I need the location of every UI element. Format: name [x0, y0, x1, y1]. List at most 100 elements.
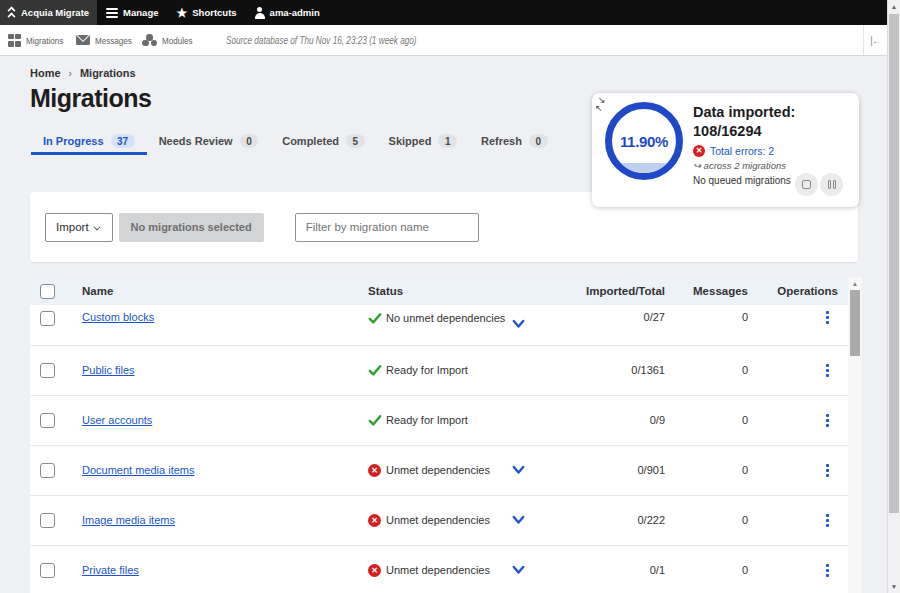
tab[interactable]: Completed 5 [270, 129, 376, 155]
column-header-messages: Messages [665, 277, 748, 305]
page-scroll-down-icon[interactable]: ▼ [888, 580, 900, 593]
messages-count: 0 [665, 545, 748, 593]
row-checkbox[interactable] [40, 413, 55, 428]
manage-menu[interactable]: Manage [97, 0, 167, 25]
envelope-icon [76, 35, 90, 45]
messages-count: 0 [665, 445, 748, 495]
breadcrumb-home[interactable]: Home [30, 67, 61, 79]
toolbar-item-modules[interactable]: Modules [142, 25, 198, 55]
tab[interactable]: In Progress 37 [31, 129, 147, 155]
migration-name-link[interactable]: Private files [82, 564, 139, 576]
modules-label: Modules [162, 35, 193, 46]
row-checkbox[interactable] [40, 513, 55, 528]
page-scrollbar[interactable]: ▲ ▼ [887, 0, 900, 593]
toolbar-item-migrations[interactable]: Migrations [8, 25, 70, 55]
migration-row: Custom blocks No unmet dependencies [30, 305, 848, 345]
errors-sub-note: ↪ across 2 migrations [693, 160, 851, 171]
table-header-row: Name Status Imported/Total Messages Oper… [30, 277, 848, 305]
progress-fill [612, 163, 676, 173]
user-icon [255, 7, 265, 19]
migrations-table: Name Status Imported/Total Messages Oper… [30, 277, 848, 593]
collapse-toolbar-button[interactable]: |← [863, 25, 887, 55]
messages-count: 0 [665, 495, 748, 545]
operations-menu-icon[interactable] [826, 514, 829, 527]
expand-chevron-icon[interactable] [512, 319, 525, 329]
status-icon [368, 363, 382, 377]
tab-label: Refresh [481, 135, 522, 147]
status-text: Unmet dependencies [386, 514, 490, 526]
row-checkbox[interactable] [40, 463, 55, 478]
import-dropdown-button[interactable]: Import [45, 213, 113, 242]
star-icon: ★ [176, 7, 187, 19]
secondary-toolbar: Migrations Messages Modules Source datab… [0, 25, 887, 56]
imported-total-value: 0/222 [565, 495, 665, 545]
migration-row: User accounts Ready for Import [30, 395, 848, 445]
tab-count-badge: 1 [438, 134, 457, 148]
double-chevron-up-icon [6, 6, 16, 17]
resize-arrows-icon[interactable]: ↘↖ [598, 96, 606, 112]
user-label: ama-admin [270, 7, 320, 18]
pause-import-button[interactable] [820, 173, 843, 196]
operations-menu-icon[interactable] [826, 464, 829, 477]
status-icon [368, 514, 381, 527]
migrations-label: Migrations [26, 35, 63, 46]
pause-icon [828, 180, 836, 189]
operations-menu-icon[interactable] [826, 414, 829, 427]
page-scroll-up-icon[interactable]: ▲ [888, 0, 900, 13]
messages-count: 0 [665, 305, 748, 345]
status-text: Ready for Import [386, 414, 468, 426]
user-menu[interactable]: ama-admin [246, 0, 329, 25]
page-scrollbar-thumb[interactable] [889, 14, 899, 513]
stop-import-button[interactable] [795, 173, 818, 196]
select-all-checkbox[interactable] [40, 284, 55, 299]
migration-row: Document media items Unmet dependencies [30, 445, 848, 495]
migration-name-link[interactable]: Document media items [82, 464, 195, 476]
row-checkbox[interactable] [40, 311, 55, 326]
operations-menu-icon[interactable] [826, 364, 829, 377]
migration-filter-input[interactable] [295, 213, 479, 242]
chevron-down-icon [94, 222, 102, 230]
tab[interactable]: Skipped 1 [377, 129, 469, 155]
import-label: Import [56, 221, 89, 233]
operations-menu-icon[interactable] [826, 311, 829, 324]
breadcrumb-chevron-icon: › [69, 68, 72, 79]
toolbar-item-messages[interactable]: Messages [76, 25, 138, 55]
expand-chevron-icon[interactable] [512, 515, 525, 525]
error-icon: ✕ [693, 145, 705, 157]
table-scrollbar[interactable]: ▲ [848, 277, 862, 593]
row-checkbox[interactable] [40, 563, 55, 578]
status-text: Unmet dependencies [386, 564, 490, 576]
migration-name-link[interactable]: User accounts [82, 414, 152, 426]
tab[interactable]: Refresh 0 [469, 129, 560, 155]
column-header-status: Status [368, 277, 565, 305]
shortcuts-label: Shortcuts [192, 7, 236, 18]
modules-icon [142, 34, 157, 46]
tab-count-badge: 37 [111, 134, 135, 148]
acquia-migrate-brand[interactable]: Acquia Migrate [0, 0, 97, 25]
total-errors-link[interactable]: Total errors: 2 [710, 145, 774, 157]
migration-name-link[interactable]: Custom blocks [82, 311, 154, 323]
tab-count-badge: 5 [346, 134, 365, 148]
admin-topbar: Acquia Migrate Manage ★ Shortcuts ama-ad… [0, 0, 887, 25]
brand-label: Acquia Migrate [21, 7, 89, 18]
expand-chevron-icon[interactable] [512, 565, 525, 575]
status-icon [368, 564, 381, 577]
operations-menu-icon[interactable] [826, 564, 829, 577]
import-progress-ring: 11.90% [605, 102, 683, 180]
column-header-name: Name [82, 277, 368, 305]
expand-chevron-icon[interactable] [512, 465, 525, 475]
table-scrollbar-thumb[interactable] [850, 290, 860, 356]
progress-percent: 11.90% [620, 133, 668, 150]
tab[interactable]: Needs Review 0 [147, 129, 271, 155]
migration-row: Image media items Unmet dependencies [30, 495, 848, 545]
migration-name-link[interactable]: Image media items [82, 514, 175, 526]
shortcuts-menu[interactable]: ★ Shortcuts [167, 0, 245, 25]
status-icon [368, 413, 382, 427]
imported-total-value: 0/9 [565, 395, 665, 445]
status-icon [368, 464, 381, 477]
migration-name-link[interactable]: Public files [82, 364, 135, 376]
data-imported-label: Data imported: [693, 103, 851, 122]
scroll-up-icon[interactable]: ▲ [848, 277, 862, 289]
row-checkbox[interactable] [40, 363, 55, 378]
source-database-note: Source database of Thu Nov 16, 23:23 (1 … [226, 35, 417, 46]
